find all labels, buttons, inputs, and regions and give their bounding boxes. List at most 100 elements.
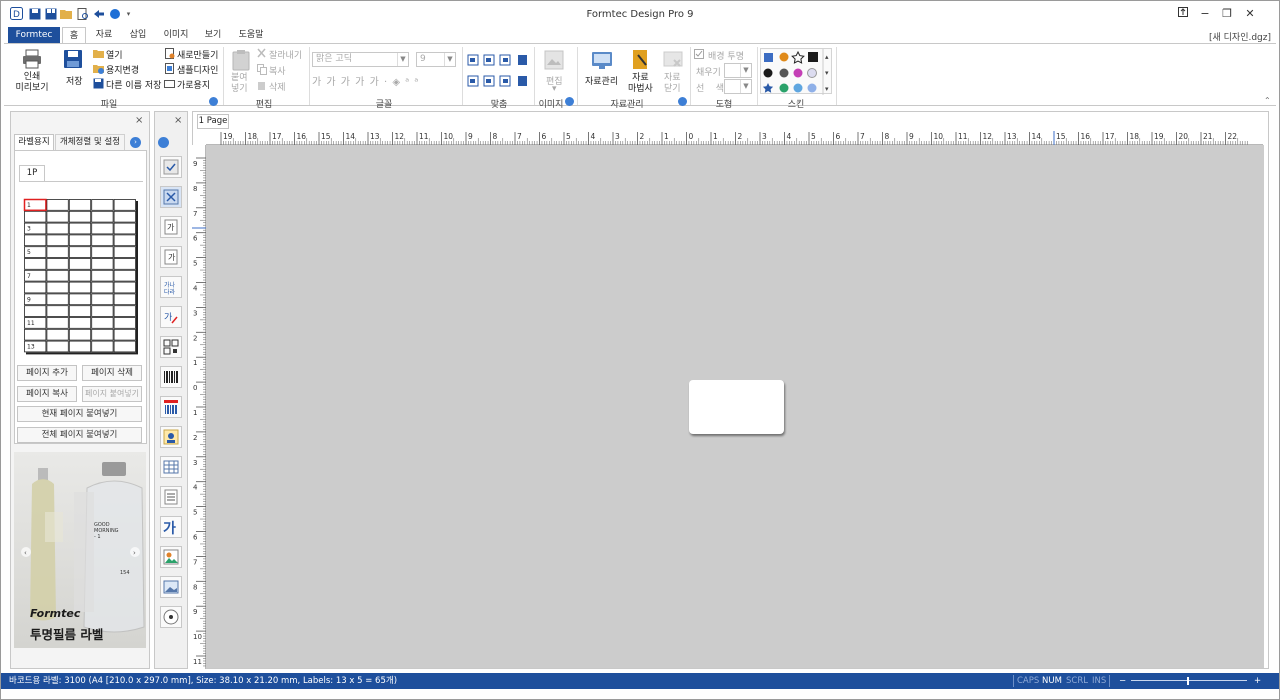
label-cell[interactable]	[24, 234, 47, 247]
tab-data[interactable]: 자료	[90, 27, 118, 44]
zoom-out-button[interactable]: −	[1119, 673, 1126, 689]
text-tool[interactable]: 가	[160, 216, 182, 238]
skin-gallery[interactable]: ▴ ▾ ▾	[760, 48, 832, 95]
new-make-button[interactable]: 새로만들기	[177, 48, 218, 61]
label-cell[interactable]	[113, 317, 136, 329]
tab-help[interactable]: 도움말	[233, 27, 269, 44]
vertical-text-tool[interactable]: 가	[160, 246, 182, 268]
label-cell[interactable]	[68, 222, 92, 235]
label-cell[interactable]	[91, 317, 114, 329]
tab-view[interactable]: 보기	[199, 27, 227, 44]
paste-button[interactable]: 붙여 넣기	[228, 49, 254, 97]
serial-barcode-tool[interactable]	[160, 396, 182, 418]
label-cell[interactable]	[68, 281, 92, 294]
page-tab[interactable]: 1 Page	[197, 114, 229, 129]
label-cell[interactable]	[46, 246, 69, 258]
image-edit-dropdown-icon[interactable]: ▾	[552, 84, 557, 94]
label-cell[interactable]	[46, 258, 69, 270]
label-cell[interactable]	[46, 340, 69, 353]
next-tab-icon[interactable]: ›	[130, 137, 141, 148]
fill-color-combo[interactable]: ▼	[724, 63, 752, 78]
label-cell[interactable]	[46, 222, 69, 235]
label-cell[interactable]	[91, 269, 114, 282]
paste-all-pages-button[interactable]: 전체 페이지 붙여넣기	[17, 427, 142, 443]
zoom-slider-thumb[interactable]	[1187, 677, 1189, 685]
label-cell[interactable]	[24, 210, 47, 223]
label-cell[interactable]	[46, 234, 69, 247]
save-button[interactable]: 저장	[61, 49, 85, 97]
font-color-icon[interactable]: ·	[384, 77, 388, 88]
label-cell[interactable]	[113, 199, 136, 211]
photo-tool[interactable]	[160, 546, 182, 568]
label-cell[interactable]	[113, 293, 136, 306]
tab-formtec[interactable]: Formtec	[8, 27, 60, 44]
table-tool[interactable]	[160, 456, 182, 478]
label-cell[interactable]	[46, 269, 69, 282]
line-color-combo[interactable]: ▼	[724, 79, 752, 94]
label-cell[interactable]	[113, 210, 136, 223]
fill-color-icon[interactable]: ◈	[392, 77, 401, 88]
landscape-paper-button[interactable]: 가로용지	[177, 78, 210, 91]
tab-home[interactable]: 홈	[62, 27, 86, 44]
label-cell[interactable]	[46, 328, 69, 341]
image-edit-button[interactable]: 편집 ▾	[542, 50, 566, 94]
label-cell[interactable]	[46, 293, 69, 306]
zoom-in-button[interactable]: +	[1254, 673, 1261, 689]
label-cell[interactable]	[68, 269, 92, 282]
close-button[interactable]: ✕	[1242, 6, 1258, 22]
minimize-button[interactable]: −	[1197, 6, 1213, 22]
label-cell[interactable]	[68, 317, 92, 329]
label-cell[interactable]	[91, 293, 114, 306]
help-window-button[interactable]	[1175, 6, 1191, 22]
label-cell[interactable]	[113, 246, 136, 258]
label-cell[interactable]	[68, 199, 92, 211]
open-button[interactable]: 열기	[106, 48, 123, 61]
select-tool[interactable]	[160, 156, 182, 178]
label-cell[interactable]	[91, 246, 114, 258]
label-cell[interactable]	[68, 234, 92, 247]
label-cell[interactable]	[68, 293, 92, 306]
chevron-down-icon[interactable]: ▼	[740, 80, 751, 93]
label-cell[interactable]	[113, 269, 136, 282]
bold-button[interactable]: 가	[312, 77, 322, 88]
label-cell[interactable]	[24, 305, 47, 317]
cut-button[interactable]: 잘라내기	[269, 48, 302, 61]
data-manage-button[interactable]: 자료관리	[584, 49, 620, 97]
checkbox-icon[interactable]	[694, 49, 705, 60]
data-close-button[interactable]: 자료 닫기	[660, 49, 686, 97]
label-cell[interactable]	[91, 210, 114, 223]
label-cell[interactable]	[113, 340, 136, 353]
label-cell[interactable]	[91, 281, 114, 294]
label-cell[interactable]	[46, 317, 69, 329]
label-cell[interactable]	[46, 281, 69, 294]
delete-page-button[interactable]: 페이지 삭제	[82, 365, 142, 381]
label-cell[interactable]	[24, 281, 47, 294]
tab-object-align[interactable]: 개체정렬 및 설정	[55, 134, 125, 150]
copy-button[interactable]: 복사	[269, 64, 286, 77]
paste-current-page-button[interactable]: 현재 페이지 붙여넣기	[17, 406, 142, 422]
label-cell[interactable]	[68, 258, 92, 270]
font-size-combo[interactable]: 9 ▼	[416, 52, 456, 67]
label-cell[interactable]	[113, 234, 136, 247]
data-group-launcher-icon[interactable]	[678, 97, 687, 106]
tab-image[interactable]: 이미지	[158, 27, 194, 44]
label-grid[interactable]: 135791113	[21, 196, 139, 360]
italic-button[interactable]: 가	[326, 77, 336, 88]
vertical-ruler[interactable]: 9 8 7 6 5 4 3 2 1 0 1 2 3 4 5 6 7 8 9 10 11	[192, 145, 206, 669]
collapse-ribbon-icon[interactable]: ⌃	[1264, 96, 1271, 105]
data-wizard-button[interactable]: 자료 마법사	[626, 49, 656, 97]
page-tab-1p[interactable]: 1P	[19, 165, 45, 181]
font-name-combo[interactable]: 맑은 고딕 ▼	[312, 52, 409, 67]
multi-text-tool[interactable]: 가나 다라	[160, 276, 182, 298]
label-cell[interactable]	[113, 328, 136, 341]
shrink-font-icon[interactable]: ᵃ	[414, 77, 419, 88]
shadow-button[interactable]: 가	[355, 77, 365, 88]
label-cell[interactable]	[68, 246, 92, 258]
add-page-button[interactable]: 페이지 추가	[17, 365, 77, 381]
list-tool[interactable]	[160, 486, 182, 508]
print-preview-button[interactable]: 인쇄 미리보기	[15, 49, 49, 97]
chevron-down-icon[interactable]: ▼	[740, 64, 751, 77]
label-cell[interactable]	[91, 328, 114, 341]
label-cell[interactable]	[24, 328, 47, 341]
font-style-buttons[interactable]: 가 가 가 가 가 · ◈ ᵃ ᵃ	[312, 73, 419, 88]
